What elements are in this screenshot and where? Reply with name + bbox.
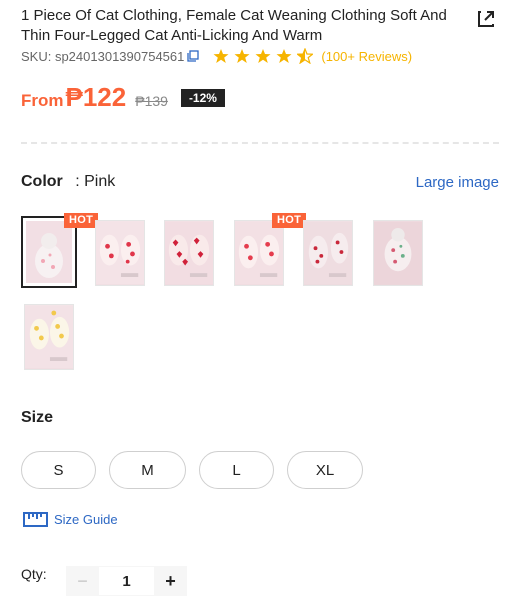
price-row: From ₱122 ₱139 -12%	[21, 82, 225, 113]
reviews-link[interactable]: (100+ Reviews)	[321, 49, 412, 64]
product-title-row: 1 Piece Of Cat Clothing, Female Cat Wean…	[21, 6, 491, 46]
star-full-icon	[213, 49, 229, 63]
cat-outfit-image	[25, 305, 73, 369]
copy-icon[interactable]	[187, 50, 200, 62]
swatch-image	[96, 221, 144, 285]
swatch-image	[374, 221, 422, 285]
size-guide-text: Size Guide	[54, 512, 118, 527]
swatch-image	[25, 305, 73, 369]
hot-badge: HOT	[64, 213, 99, 228]
cat-outfit-image	[304, 221, 352, 285]
swatch-image	[235, 221, 283, 285]
cat-outfit-image	[96, 221, 144, 285]
swatch-image	[165, 221, 213, 285]
star-full-icon	[255, 49, 271, 63]
quantity-stepper: − 1 +	[66, 566, 187, 596]
sku-text: SKU: sp2401301390754561	[21, 48, 185, 64]
size-option-l[interactable]: L	[199, 451, 274, 489]
color-header: Color : Pink Large image	[21, 173, 499, 195]
quantity-increase-button[interactable]: +	[154, 566, 187, 596]
quantity-decrease-button[interactable]: −	[66, 566, 99, 596]
swatch-image	[304, 221, 352, 285]
ruler-icon	[23, 512, 48, 527]
rating-stars: (100+ Reviews)	[213, 48, 412, 64]
color-swatch-6[interactable]	[373, 220, 423, 286]
color-selected-value: : Pink	[75, 173, 116, 190]
size-label: Size	[21, 409, 54, 426]
color-swatch-4[interactable]	[234, 220, 284, 286]
quantity-input[interactable]: 1	[99, 566, 154, 596]
color-swatch-7[interactable]	[24, 304, 74, 370]
product-title: 1 Piece Of Cat Clothing, Female Cat Wean…	[21, 7, 447, 44]
cat-outfit-image	[235, 221, 283, 285]
original-price: ₱139	[135, 93, 168, 109]
quantity-label: Qty:	[21, 566, 47, 582]
sku-rating-row: SKU: sp2401301390754561 (100+ Reviews)	[21, 47, 412, 65]
color-label: Color	[21, 173, 63, 190]
current-price: ₱122	[65, 82, 127, 112]
hot-badge: HOT	[272, 213, 307, 228]
star-full-icon	[276, 49, 292, 63]
quantity-row: Qty: − 1 +	[21, 566, 187, 596]
size-option-s[interactable]: S	[21, 451, 96, 489]
star-full-icon	[234, 49, 250, 63]
large-image-link[interactable]: Large image	[416, 174, 499, 191]
size-option-xl[interactable]: XL	[287, 451, 363, 489]
color-swatch-3[interactable]	[164, 220, 214, 286]
discount-badge: -12%	[180, 89, 225, 107]
section-divider	[21, 142, 499, 144]
color-swatch-2[interactable]	[95, 220, 145, 286]
star-half-icon	[297, 48, 314, 64]
cat-outfit-image	[374, 221, 422, 285]
share-icon[interactable]	[476, 9, 496, 29]
price-from-label: From	[21, 91, 64, 110]
size-guide-link[interactable]: Size Guide	[23, 512, 118, 527]
cat-outfit-image	[165, 221, 213, 285]
cat-outfit-image	[26, 221, 72, 283]
swatch-image	[26, 221, 72, 283]
size-option-m[interactable]: M	[109, 451, 186, 489]
color-swatch-5[interactable]	[303, 220, 353, 286]
